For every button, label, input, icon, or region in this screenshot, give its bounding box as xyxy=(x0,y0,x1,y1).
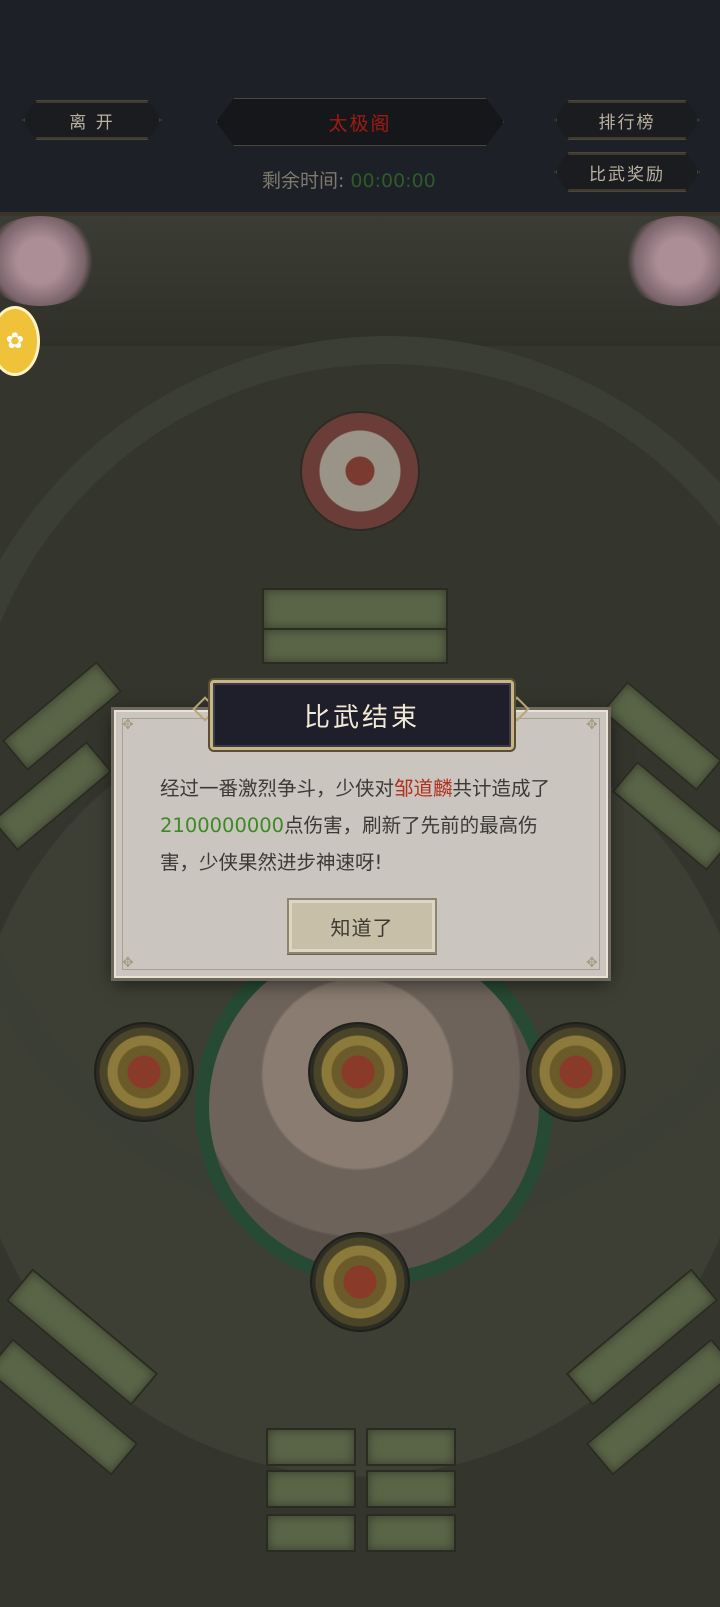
courtyard xyxy=(0,216,720,346)
damage-value: 2100000000 xyxy=(160,814,285,837)
message-part-2: 共计造成了 xyxy=(452,777,551,800)
enemy-name: 邹道麟 xyxy=(394,777,453,800)
corner-ornament-icon: ✥ xyxy=(122,955,134,971)
ok-label: 知道了 xyxy=(330,915,394,940)
corner-ornament-icon: ✥ xyxy=(122,717,134,733)
corner-ornament-icon: ✥ xyxy=(586,717,598,733)
leaderboard-label: 排行榜 xyxy=(598,112,656,133)
arena-title-label: 太极阁 xyxy=(328,112,392,135)
message-part-1: 经过一番激烈争斗，少侠对 xyxy=(160,777,395,800)
dialog-message: 经过一番激烈争斗，少侠对邹道麟共计造成了2100000000点伤害，刷新了先前的… xyxy=(160,770,562,881)
trigram-tile xyxy=(366,1428,456,1466)
reward-label: 比武奖励 xyxy=(589,164,665,185)
medallion-bottom xyxy=(310,1232,410,1332)
arena-title: 太极阁 xyxy=(216,98,504,146)
leaderboard-button[interactable]: 排行榜 xyxy=(554,100,700,140)
medallion-left xyxy=(94,1022,194,1122)
timer-value: 00:00:00 xyxy=(350,170,436,192)
corner-ornament-icon: ✥ xyxy=(586,955,598,971)
leave-button[interactable]: 离 开 xyxy=(22,100,162,140)
trigram-tile xyxy=(266,1428,356,1466)
leave-label: 离 开 xyxy=(69,112,115,133)
trigram-tile xyxy=(366,1470,456,1508)
ok-button[interactable]: 知道了 xyxy=(287,898,437,954)
top-medallion xyxy=(300,411,420,531)
dialog-title: 比武结束 xyxy=(210,680,514,750)
rabbit-icon: ✿ xyxy=(5,328,25,354)
trigram-tile xyxy=(266,1470,356,1508)
trigram-tile xyxy=(366,1514,456,1552)
dialog-title-label: 比武结束 xyxy=(303,702,420,733)
remaining-time: 剩余时间: 00:00:00 xyxy=(262,166,436,193)
trigram-tile xyxy=(262,588,448,630)
top-bar: 离 开 太极阁 排行榜 比武奖励 剩余时间: 00:00:00 xyxy=(0,0,720,216)
timer-label: 剩余时间: xyxy=(262,170,345,192)
trigram-tile xyxy=(266,1514,356,1552)
medallion-center xyxy=(308,1022,408,1122)
trigram-tile xyxy=(262,628,448,664)
medallion-right xyxy=(526,1022,626,1122)
reward-button[interactable]: 比武奖励 xyxy=(554,152,700,192)
